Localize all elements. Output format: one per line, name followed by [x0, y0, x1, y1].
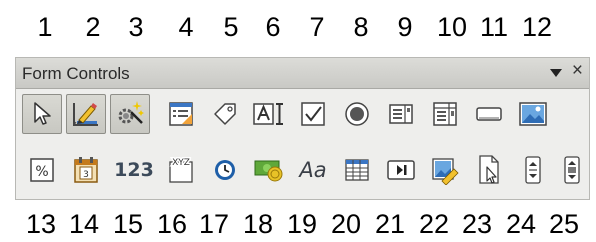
file-selection-icon — [479, 155, 499, 184]
number-label-1: 1 — [37, 12, 53, 42]
date-field-button[interactable]: 3 — [66, 150, 106, 190]
control-wizards-icon — [118, 101, 144, 124]
date-glyph: 3 — [83, 170, 89, 180]
table-control-button[interactable] — [337, 150, 377, 190]
number-label-2: 2 — [85, 12, 101, 42]
navigation-bar-icon — [387, 160, 415, 180]
design-mode-button[interactable] — [66, 94, 106, 134]
select-pointer-icon — [34, 102, 51, 125]
navigation-bar-button[interactable] — [381, 150, 421, 190]
control-properties-icon — [169, 102, 193, 126]
number-label-5: 5 — [223, 12, 239, 42]
scrollbar-icon — [564, 156, 580, 184]
push-button[interactable] — [469, 94, 509, 134]
font-field-icon: Aa — [299, 158, 327, 182]
scrollbar-button[interactable] — [552, 150, 592, 190]
file-selection-button[interactable] — [469, 150, 509, 190]
push-button-icon — [476, 107, 502, 121]
currency-field-button[interactable] — [249, 150, 289, 190]
number-label-16: 16 — [156, 209, 188, 239]
pattern-field-icon: XYZ — [169, 157, 193, 183]
number-label-19: 19 — [286, 209, 318, 239]
number-label-24: 24 — [505, 209, 537, 239]
number-label-18: 18 — [242, 209, 274, 239]
number-label-9: 9 — [397, 12, 413, 42]
time-field-button[interactable] — [205, 150, 245, 190]
option-button[interactable] — [337, 94, 377, 134]
label-field-button[interactable] — [205, 94, 245, 134]
check-box-icon — [301, 102, 325, 126]
control-properties-button[interactable] — [161, 94, 201, 134]
toolbar-titlebar[interactable]: Form Controls × — [16, 58, 589, 89]
combo-box-icon — [433, 102, 457, 126]
wizards-button[interactable] — [110, 94, 150, 134]
number-label-21: 21 — [374, 209, 406, 239]
option-button-icon — [345, 102, 369, 126]
image-button-icon — [519, 102, 547, 126]
image-control-icon — [432, 158, 459, 185]
text-box-icon — [253, 103, 283, 125]
numeric-field-icon: 123 — [114, 159, 154, 181]
pattern-field-button[interactable]: XYZ — [161, 150, 201, 190]
percent-glyph: % — [35, 164, 48, 180]
number-label-15: 15 — [112, 209, 144, 239]
number-label-6: 6 — [265, 12, 281, 42]
select-button[interactable] — [22, 94, 62, 134]
font-field-button[interactable]: Aa — [293, 150, 333, 190]
spin-button-icon — [525, 156, 541, 184]
pattern-glyph: XYZ — [172, 158, 190, 168]
number-label-13: 13 — [25, 209, 57, 239]
spin-button[interactable] — [513, 150, 553, 190]
toolbar-title: Form Controls — [22, 64, 130, 83]
number-label-11: 11 — [479, 12, 509, 42]
formatted-field-percent-icon: % — [30, 158, 54, 182]
text-box-button[interactable] — [249, 94, 289, 134]
date-field-icon: 3 — [74, 157, 98, 183]
number-label-25: 25 — [548, 209, 580, 239]
time-field-icon — [215, 160, 235, 180]
form-controls-toolbar: Form Controls × % 3 123 XYZ Aa — [15, 57, 590, 200]
number-label-23: 23 — [461, 209, 493, 239]
number-label-22: 22 — [418, 209, 450, 239]
label-tag-icon — [214, 103, 236, 125]
number-label-14: 14 — [68, 209, 100, 239]
number-label-12: 12 — [521, 12, 553, 42]
image-button[interactable] — [513, 94, 553, 134]
number-label-3: 3 — [128, 12, 144, 42]
currency-field-icon — [254, 160, 283, 182]
combo-box-button[interactable] — [425, 94, 465, 134]
check-box-button[interactable] — [293, 94, 333, 134]
number-label-4: 4 — [178, 12, 194, 42]
number-label-17: 17 — [198, 209, 230, 239]
close-icon[interactable]: × — [572, 61, 583, 80]
table-control-icon — [345, 159, 369, 181]
number-label-8: 8 — [353, 12, 369, 42]
image-control-button[interactable] — [425, 150, 465, 190]
formatted-field-button[interactable]: % — [22, 150, 62, 190]
number-label-7: 7 — [309, 12, 325, 42]
design-mode-icon — [73, 103, 98, 126]
number-label-10: 10 — [436, 12, 468, 42]
list-box-icon — [389, 104, 413, 124]
dropdown-arrow-icon[interactable] — [550, 69, 562, 77]
number-label-20: 20 — [330, 209, 362, 239]
list-box-button[interactable] — [381, 94, 421, 134]
numeric-field-button[interactable]: 123 — [110, 150, 158, 190]
